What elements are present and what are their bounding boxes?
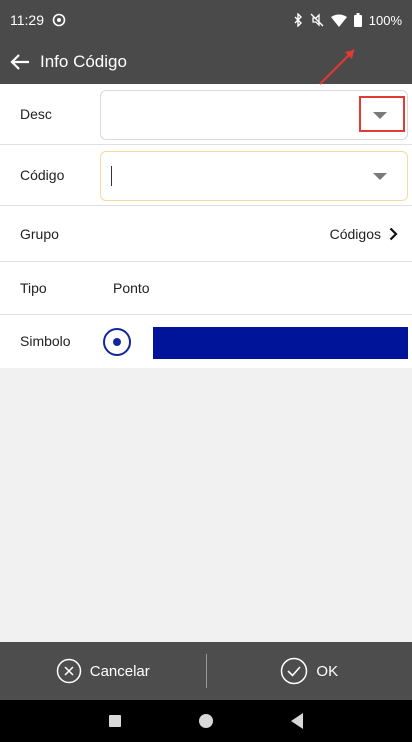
codigo-row: Código bbox=[0, 145, 412, 206]
sync-icon bbox=[52, 13, 66, 27]
empty-content-area bbox=[0, 368, 412, 642]
arrow-left-icon bbox=[10, 53, 30, 71]
home-icon[interactable] bbox=[199, 714, 213, 728]
cancel-button[interactable]: Cancelar bbox=[0, 642, 206, 700]
grupo-row[interactable]: Grupo Códigos bbox=[0, 206, 412, 262]
wifi-icon bbox=[330, 14, 347, 27]
bottom-action-bar: Cancelar OK bbox=[0, 642, 412, 700]
radio-dot bbox=[113, 338, 121, 346]
codigo-field[interactable] bbox=[100, 151, 408, 201]
bluetooth-icon bbox=[293, 13, 303, 27]
codigo-dropdown-arrow-icon[interactable] bbox=[373, 173, 387, 180]
grupo-selector[interactable]: Códigos bbox=[330, 206, 398, 262]
mute-icon bbox=[310, 13, 324, 27]
back-button[interactable] bbox=[10, 47, 36, 77]
cancel-circle-icon bbox=[56, 658, 82, 684]
tipo-value: Ponto bbox=[113, 280, 150, 296]
tipo-row: Tipo Ponto bbox=[0, 262, 412, 315]
chevron-right-icon bbox=[389, 227, 398, 241]
code-info-form: Desc Código Grupo Códigos Tipo Ponto Sim… bbox=[0, 84, 412, 367]
status-time: 11:29 bbox=[10, 12, 44, 28]
tipo-label: Tipo bbox=[20, 280, 47, 296]
status-bar: 11:29 100% bbox=[0, 0, 412, 40]
annotation-highlight-box bbox=[359, 96, 405, 132]
grupo-label: Grupo bbox=[20, 225, 59, 242]
back-triangle-icon[interactable] bbox=[291, 713, 303, 729]
desc-row: Desc bbox=[0, 84, 412, 145]
battery-icon bbox=[353, 13, 362, 27]
cancel-label: Cancelar bbox=[89, 662, 150, 680]
recent-apps-icon[interactable] bbox=[109, 715, 121, 727]
grupo-value: Códigos bbox=[329, 226, 381, 242]
simbolo-row: Simbolo bbox=[0, 315, 412, 367]
point-symbol-radio-icon[interactable] bbox=[103, 328, 131, 356]
text-cursor bbox=[111, 166, 112, 186]
symbol-color-swatch[interactable] bbox=[153, 327, 408, 359]
app-bar: Info Código bbox=[0, 40, 412, 84]
ok-label: OK bbox=[316, 662, 339, 680]
desc-label: Desc bbox=[20, 106, 52, 122]
battery-level: 100% bbox=[368, 12, 402, 28]
check-circle-icon bbox=[280, 657, 308, 685]
codigo-label: Código bbox=[20, 167, 65, 183]
system-nav-bar bbox=[0, 700, 412, 742]
ok-button[interactable]: OK bbox=[207, 642, 412, 700]
page-title: Info Código bbox=[40, 52, 127, 71]
simbolo-label: Simbolo bbox=[20, 333, 71, 349]
